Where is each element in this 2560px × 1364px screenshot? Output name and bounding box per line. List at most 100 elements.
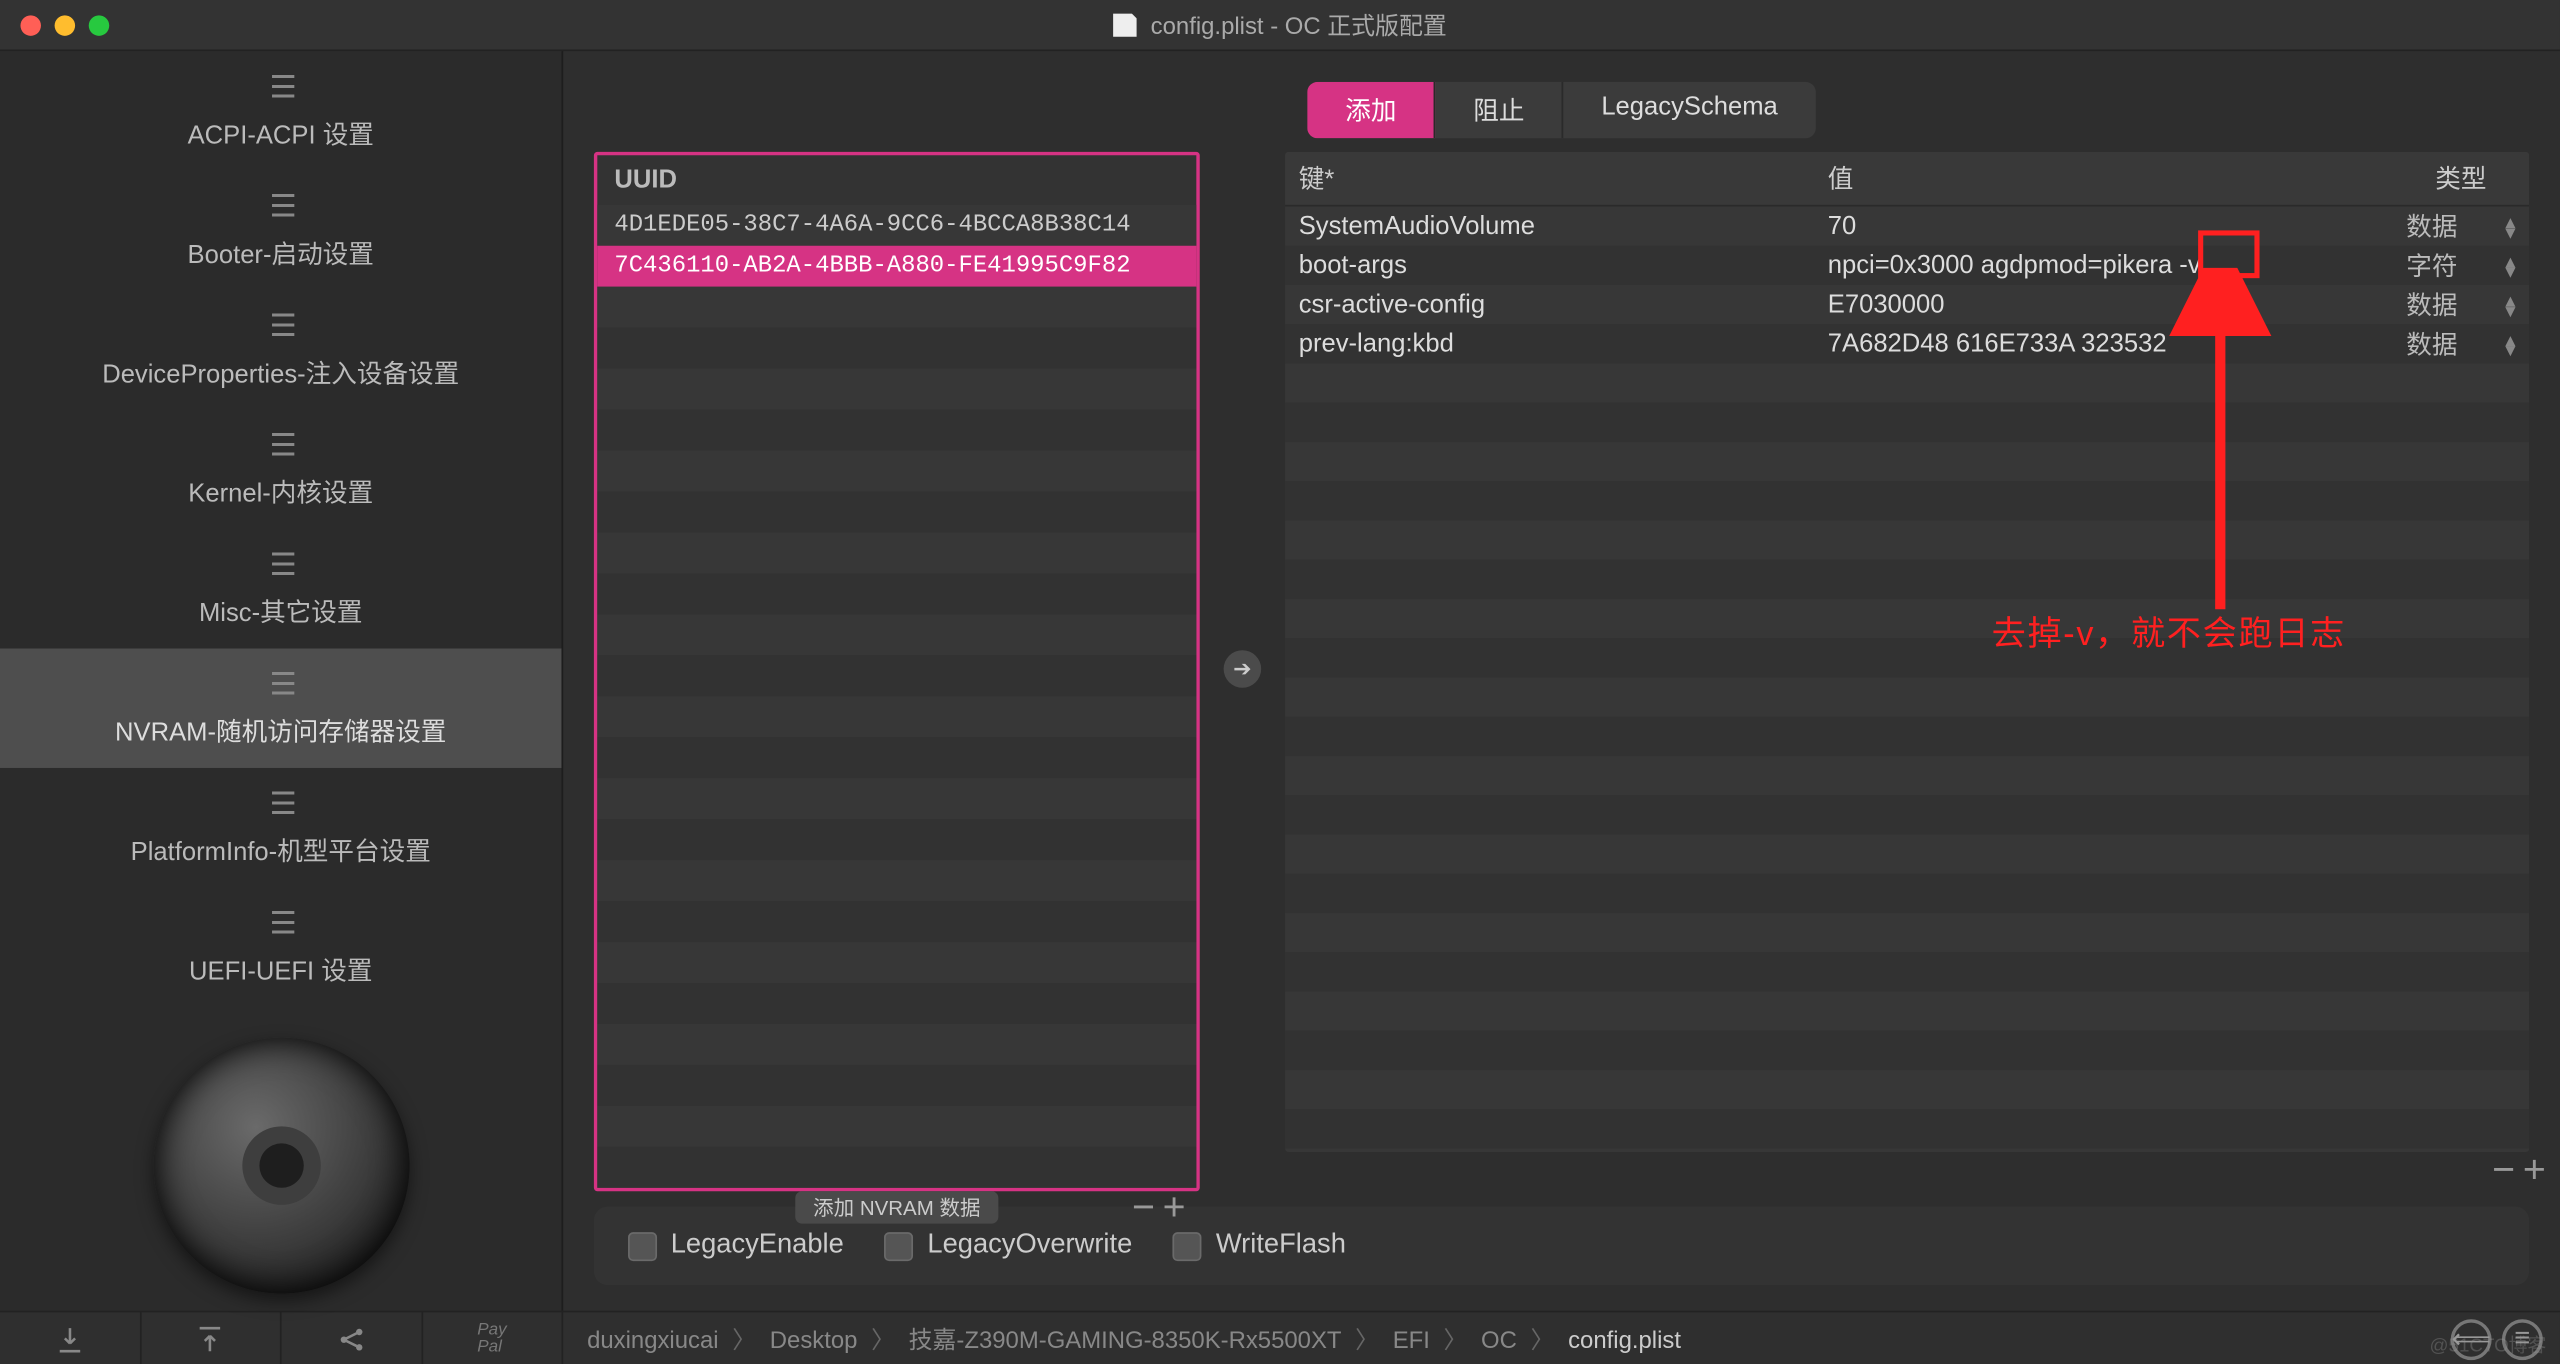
uuid-row[interactable]: 7C436110-AB2A-4BBB-A880-FE41995C9F82 (597, 246, 1196, 287)
type-stepper-icon[interactable]: ▴▾ (2505, 216, 2515, 236)
document-icon (1113, 13, 1137, 37)
empty-row (597, 369, 1196, 410)
window-controls (20, 15, 109, 35)
cell-value[interactable]: E7030000 (1814, 287, 2393, 323)
type-stepper-icon[interactable]: ▴▾ (2505, 334, 2515, 354)
footer-export-button[interactable] (141, 1312, 282, 1364)
col-header-key[interactable]: 键* (1285, 152, 1814, 205)
breadcrumb[interactable]: duxingxiucai〉 Desktop〉 技嘉-Z390M-GAMING-8… (563, 1322, 2450, 1356)
add-kv-button[interactable]: + (2519, 1146, 2550, 1192)
table-row[interactable]: SystemAudioVolume 70 数据▴▾ (1285, 206, 2529, 245)
window-title-text: config.plist - OC 正式版配置 (1151, 8, 1447, 42)
footer-share-button[interactable] (282, 1312, 423, 1364)
empty-row (1285, 403, 2529, 442)
add-nvram-label[interactable]: 添加 NVRAM 数据 (796, 1191, 997, 1223)
table-row[interactable]: prev-lang:kbd 7A682D48 616E733A 323532 数… (1285, 324, 2529, 363)
crumb[interactable]: OC (1481, 1325, 1517, 1352)
empty-row (597, 983, 1196, 1024)
checkbox-icon[interactable] (1173, 1231, 1202, 1260)
cell-key[interactable]: boot-args (1285, 247, 1814, 283)
uuid-row[interactable]: 4D1EDE05-38C7-4A6A-9CC6-4BCCA8B38C14 (597, 205, 1196, 246)
collapse-right-button[interactable]: ➔ (1224, 650, 1262, 688)
cell-value[interactable]: npci=0x3000 agdpmod=pikera -v (1814, 247, 2393, 283)
dial-wrap (0, 1007, 561, 1311)
remove-kv-button[interactable]: − (2488, 1146, 2519, 1192)
table-row[interactable]: boot-args npci=0x3000 agdpmod=pikera -v … (1285, 246, 2529, 285)
footer-menu-button[interactable]: ≡ (2502, 1318, 2543, 1359)
empty-row (1285, 678, 2529, 717)
footer-import-button[interactable] (0, 1312, 141, 1364)
crumb-current[interactable]: config.plist (1568, 1325, 1681, 1352)
sidebar-item-booter[interactable]: Booter-启动设置 (0, 171, 561, 290)
crumb[interactable]: Desktop (770, 1325, 858, 1352)
sidebar-item-nvram[interactable]: NVRAM-随机访问存储器设置 (0, 649, 561, 768)
checkbox-icon[interactable] (628, 1231, 657, 1260)
col-header-type[interactable]: 类型 (2393, 152, 2530, 205)
footer-bar: Pay Pal duxingxiucai〉 Desktop〉 技嘉-Z390M-… (0, 1311, 2560, 1364)
cell-type[interactable]: 数据▴▾ (2393, 323, 2530, 366)
cell-value[interactable]: 70 (1814, 208, 2393, 244)
sidebar-item-label: PlatformInfo-机型平台设置 (131, 833, 431, 869)
add-row-button[interactable]: + (1159, 1184, 1190, 1230)
cell-key[interactable]: csr-active-config (1285, 287, 1814, 323)
kv-body: SystemAudioVolume 70 数据▴▾ boot-args npci… (1285, 206, 2529, 1151)
sidebar-item-uefi[interactable]: UEFI-UEFI 设置 (0, 887, 561, 1006)
crumb[interactable]: EFI (1393, 1325, 1430, 1352)
empty-row (597, 614, 1196, 655)
empty-row (597, 573, 1196, 614)
kv-header: 键* 值 类型 (1285, 152, 2529, 207)
tab-block[interactable]: 阻止 (1436, 82, 1564, 138)
tab-add[interactable]: 添加 (1308, 82, 1436, 138)
close-icon[interactable] (20, 15, 40, 35)
empty-row (597, 778, 1196, 819)
minimize-icon[interactable] (55, 15, 75, 35)
sidebar-item-acpi[interactable]: ACPI-ACPI 设置 (0, 51, 561, 170)
sidebar-item-misc[interactable]: Misc-其它设置 (0, 529, 561, 648)
empty-row (1285, 835, 2529, 874)
remove-row-button[interactable]: − (1128, 1184, 1159, 1230)
type-stepper-icon[interactable]: ▴▾ (2505, 255, 2515, 275)
empty-row (1285, 521, 2529, 560)
jog-wheel[interactable] (153, 1038, 409, 1294)
footer-back-button[interactable]: ⟸ (2451, 1318, 2492, 1359)
empty-row (597, 860, 1196, 901)
type-stepper-icon[interactable]: ▴▾ (2505, 294, 2515, 314)
tabs-bar: 添加 阻止 LegacySchema (1308, 82, 1816, 138)
footer-paypal-button[interactable]: Pay Pal (422, 1312, 563, 1364)
uuid-panel[interactable]: UUID 4D1EDE05-38C7-4A6A-9CC6-4BCCA8B38C1… (594, 152, 1200, 1191)
sidebar-item-deviceproperties[interactable]: DeviceProperties-注入设备设置 (0, 290, 561, 409)
check-writeflash[interactable]: WriteFlash (1173, 1230, 1346, 1261)
table-row[interactable]: csr-active-config E7030000 数据▴▾ (1285, 285, 2529, 324)
sidebar-item-label: Misc-其它设置 (199, 594, 363, 630)
check-legacyoverwrite[interactable]: LegacyOverwrite (885, 1230, 1133, 1261)
empty-row (1285, 442, 2529, 481)
empty-row (597, 328, 1196, 369)
cell-key[interactable]: SystemAudioVolume (1285, 208, 1814, 244)
empty-row (597, 942, 1196, 983)
sidebar-item-kernel[interactable]: Kernel-内核设置 (0, 410, 561, 529)
sidebar-items: ACPI-ACPI 设置 Booter-启动设置 DevicePropertie… (0, 51, 561, 1007)
titlebar: config.plist - OC 正式版配置 (0, 0, 2560, 51)
col-header-value[interactable]: 值 (1814, 152, 2393, 205)
sidebar-item-label: NVRAM-随机访问存储器设置 (115, 713, 446, 749)
cell-type[interactable]: 数据▴▾ (2393, 283, 2530, 326)
empty-row (1285, 599, 2529, 638)
empty-row (597, 901, 1196, 942)
list-icon (270, 70, 292, 106)
sidebar-item-platforminfo[interactable]: PlatformInfo-机型平台设置 (0, 768, 561, 887)
tab-legacyschema[interactable]: LegacySchema (1564, 82, 1816, 138)
kv-table: 键* 值 类型 SystemAudioVolume 70 数据▴▾ boot-a… (1285, 152, 2529, 1152)
cell-type[interactable]: 数据▴▾ (2393, 205, 2530, 248)
list-icon (270, 548, 292, 584)
cell-key[interactable]: prev-lang:kbd (1285, 326, 1814, 362)
cell-value[interactable]: 7A682D48 616E733A 323532 (1814, 326, 2393, 362)
checkbox-icon[interactable] (885, 1231, 914, 1260)
empty-row (1285, 795, 2529, 834)
empty-row (1285, 1109, 2529, 1148)
crumb[interactable]: 技嘉-Z390M-GAMING-8350K-Rx5500XT (909, 1322, 1342, 1356)
check-legacyenable[interactable]: LegacyEnable (628, 1230, 844, 1261)
uuid-footer: 添加 NVRAM 数据 − + (594, 1191, 1200, 1223)
crumb[interactable]: duxingxiucai (587, 1325, 719, 1352)
cell-type[interactable]: 字符▴▾ (2393, 244, 2530, 287)
maximize-icon[interactable] (89, 15, 109, 35)
